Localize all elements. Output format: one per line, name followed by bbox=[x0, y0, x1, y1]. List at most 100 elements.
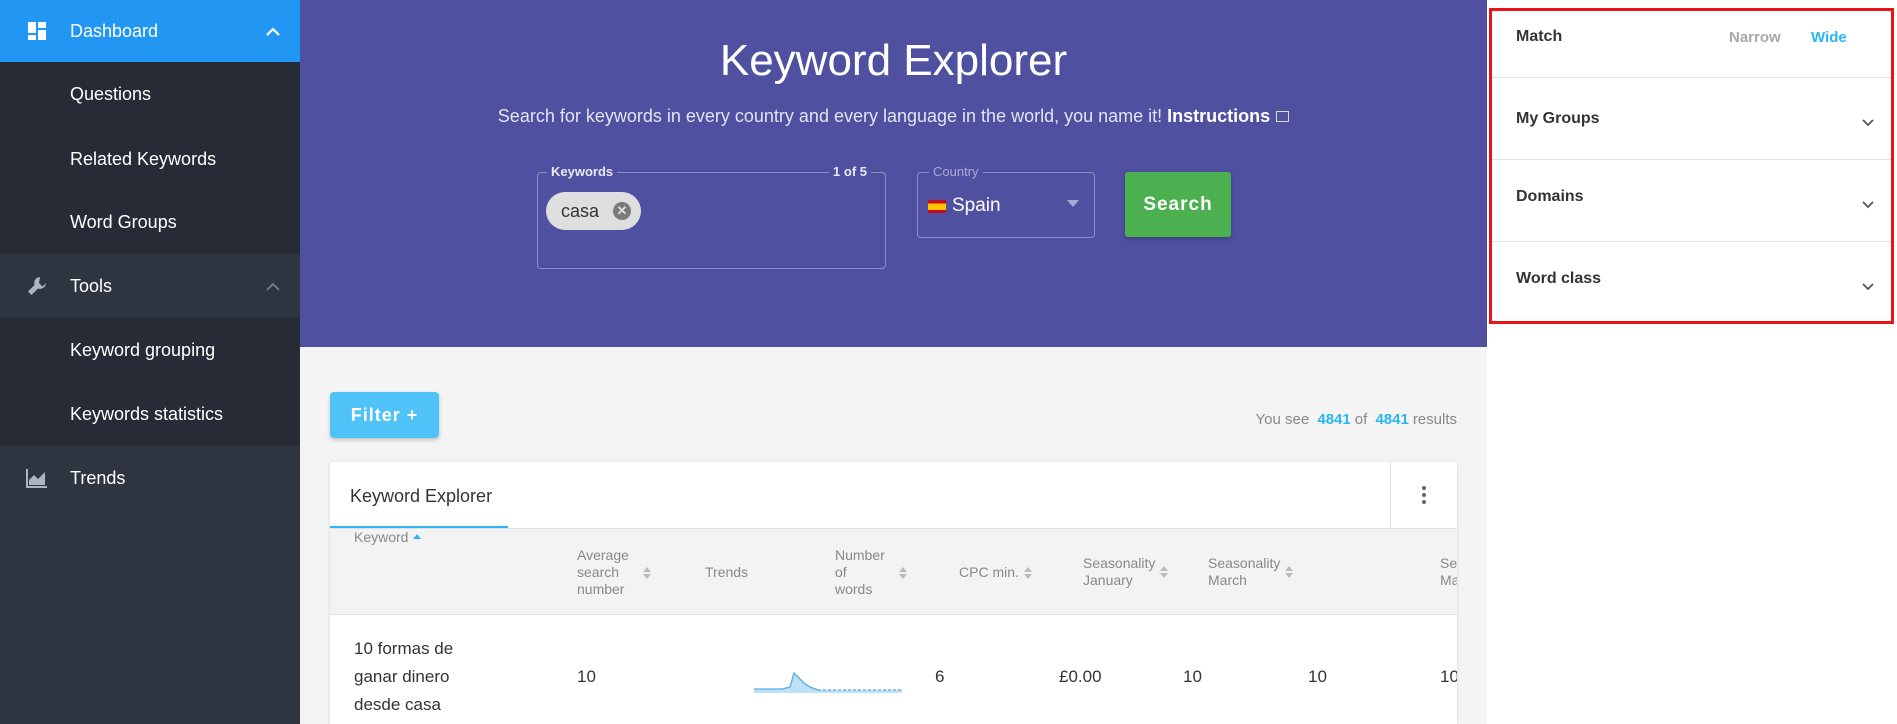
column-label: Seasonality bbox=[1208, 555, 1281, 571]
page-title: Keyword Explorer bbox=[719, 36, 1068, 85]
section-my-groups[interactable]: My Groups bbox=[1489, 78, 1894, 160]
keyword-chip-label: casa bbox=[561, 200, 600, 221]
column-label: Se bbox=[1440, 555, 1457, 571]
spain-flag-icon bbox=[928, 199, 946, 213]
remove-chip-icon[interactable]: ✕ bbox=[613, 202, 631, 220]
results-total: 4841 bbox=[1375, 411, 1409, 428]
cpc-min-cell: £0.00 bbox=[1059, 667, 1102, 686]
sidebar-item-word-groups[interactable]: Word Groups bbox=[0, 191, 300, 254]
season-jan-cell: 10 bbox=[1183, 667, 1202, 686]
search-button[interactable]: Search bbox=[1125, 172, 1231, 237]
match-narrow-option[interactable]: Narrow bbox=[1729, 29, 1781, 46]
chevron-down-icon bbox=[1862, 283, 1874, 291]
sort-icon bbox=[642, 566, 651, 579]
column-label: words bbox=[835, 581, 873, 597]
keyword-text: desde casa bbox=[354, 695, 441, 714]
sidebar-item-label: Dashboard bbox=[70, 20, 159, 41]
season-cut-cell: 10 bbox=[1440, 667, 1457, 686]
column-label: January bbox=[1083, 572, 1133, 588]
column-label: March bbox=[1208, 572, 1247, 588]
sort-icon bbox=[898, 566, 907, 579]
column-label: Ma bbox=[1440, 572, 1457, 588]
results-suffix: results bbox=[1412, 411, 1457, 428]
chart-icon bbox=[26, 467, 48, 489]
column-trends: Trends bbox=[705, 564, 749, 580]
column-label: Seasonality bbox=[1083, 555, 1156, 571]
search-hero: Keyword Explorer Search for keywords in … bbox=[300, 0, 1487, 347]
column-label: search bbox=[577, 564, 620, 580]
column-seasonality-march[interactable]: Seasonality March bbox=[1208, 555, 1294, 589]
sidebar-item-keyword-grouping[interactable]: Keyword grouping bbox=[0, 318, 300, 382]
column-seasonality-january[interactable]: Seasonality January bbox=[1083, 555, 1169, 589]
keyword-table-card: Keyword Explorer Keyword Average search … bbox=[330, 462, 1457, 724]
column-label: Keyword bbox=[354, 529, 409, 545]
sidebar-item-label: Keyword grouping bbox=[70, 339, 216, 360]
sidebar-item-label: Word Groups bbox=[70, 212, 177, 232]
results-prefix: You see bbox=[1255, 411, 1310, 428]
sidebar-item-label: Questions bbox=[70, 84, 152, 104]
column-keyword[interactable]: Keyword bbox=[354, 529, 422, 546]
column-seasonality-cut[interactable]: Se Ma bbox=[1440, 555, 1457, 589]
keywords-label: Keywords bbox=[547, 164, 618, 179]
instructions-link[interactable]: Instructions bbox=[1167, 106, 1270, 126]
subtitle-text: Search for keywords in every country and… bbox=[497, 106, 1163, 126]
column-cpc-min[interactable]: CPC min. bbox=[959, 564, 1032, 581]
sort-icon bbox=[1285, 566, 1294, 578]
column-average-search[interactable]: Average search number bbox=[577, 547, 651, 598]
country-label: Country bbox=[929, 164, 983, 179]
keyword-chip: casa ✕ bbox=[546, 192, 641, 230]
country-select[interactable]: Country Spain bbox=[917, 164, 1095, 238]
column-label: number bbox=[577, 581, 625, 597]
results-of: of bbox=[1354, 411, 1368, 428]
chevron-down-icon bbox=[1862, 201, 1874, 209]
section-label: My Groups bbox=[1516, 110, 1600, 127]
country-name: Spain bbox=[952, 195, 1001, 216]
sidebar-item-questions[interactable]: Questions bbox=[0, 62, 300, 127]
keywords-count: 1 of 5 bbox=[829, 164, 871, 179]
column-label: CPC min. bbox=[959, 564, 1019, 580]
sidebar-item-keywords-statistics[interactable]: Keywords statistics bbox=[0, 382, 300, 446]
chevron-up-icon bbox=[266, 276, 280, 297]
results-count: You see 4841 of 4841 results bbox=[1256, 411, 1457, 428]
filter-label: Filter bbox=[350, 404, 401, 425]
sort-icon bbox=[1023, 566, 1032, 579]
table-row[interactable]: 10 formas de ganar dinero desde casa 10 … bbox=[330, 615, 1457, 724]
section-label: Domains bbox=[1516, 188, 1584, 205]
sidebar-item-dashboard[interactable]: Dashboard bbox=[0, 0, 300, 62]
column-number-of-words[interactable]: Number of words bbox=[835, 547, 907, 598]
keywords-input[interactable]: Keywords 1 of 5 casa ✕ bbox=[537, 164, 886, 269]
dashboard-icon bbox=[26, 20, 48, 42]
avg-search-cell: 10 bbox=[577, 667, 596, 686]
num-words-cell: 6 bbox=[935, 667, 945, 686]
sort-asc-icon bbox=[413, 534, 422, 539]
sidebar-item-label: Trends bbox=[70, 467, 126, 488]
sidebar: Dashboard Questions Related Keywords Wor… bbox=[0, 0, 300, 724]
window-icon[interactable] bbox=[1276, 111, 1290, 122]
wrench-icon bbox=[26, 275, 48, 297]
section-domains[interactable]: Domains bbox=[1489, 160, 1894, 242]
keyword-cell: 10 formas de ganar dinero desde casa bbox=[354, 635, 453, 719]
section-word-class[interactable]: Word class bbox=[1489, 242, 1894, 324]
season-mar-cell: 10 bbox=[1308, 667, 1327, 686]
sidebar-item-trends[interactable]: Trends bbox=[0, 446, 300, 510]
sidebar-item-related-keywords[interactable]: Related Keywords bbox=[0, 127, 300, 191]
sidebar-item-tools[interactable]: Tools bbox=[0, 254, 300, 318]
caret-down-icon bbox=[1067, 200, 1079, 207]
plus-icon: + bbox=[406, 404, 419, 425]
match-label: Match bbox=[1516, 28, 1563, 45]
filter-button[interactable]: Filter + bbox=[330, 392, 439, 438]
column-label: of bbox=[835, 564, 847, 580]
sidebar-item-label: Related Keywords bbox=[70, 148, 217, 169]
more-vert-icon bbox=[1422, 486, 1426, 504]
trend-sparkline bbox=[754, 671, 902, 693]
keyword-text: 10 formas de bbox=[354, 639, 454, 658]
tab-keyword-explorer[interactable]: Keyword Explorer bbox=[350, 486, 492, 507]
section-label: Word class bbox=[1516, 270, 1602, 287]
match-row: Match Narrow Wide bbox=[1489, 8, 1894, 78]
sidebar-item-label: Tools bbox=[70, 275, 113, 296]
country-value: Spain bbox=[928, 195, 1001, 217]
match-wide-option[interactable]: Wide bbox=[1811, 29, 1847, 46]
more-menu-button[interactable] bbox=[1390, 462, 1457, 528]
chevron-up-icon bbox=[266, 21, 280, 42]
hero-subtitle: Search for keywords in every country and… bbox=[300, 106, 1487, 127]
